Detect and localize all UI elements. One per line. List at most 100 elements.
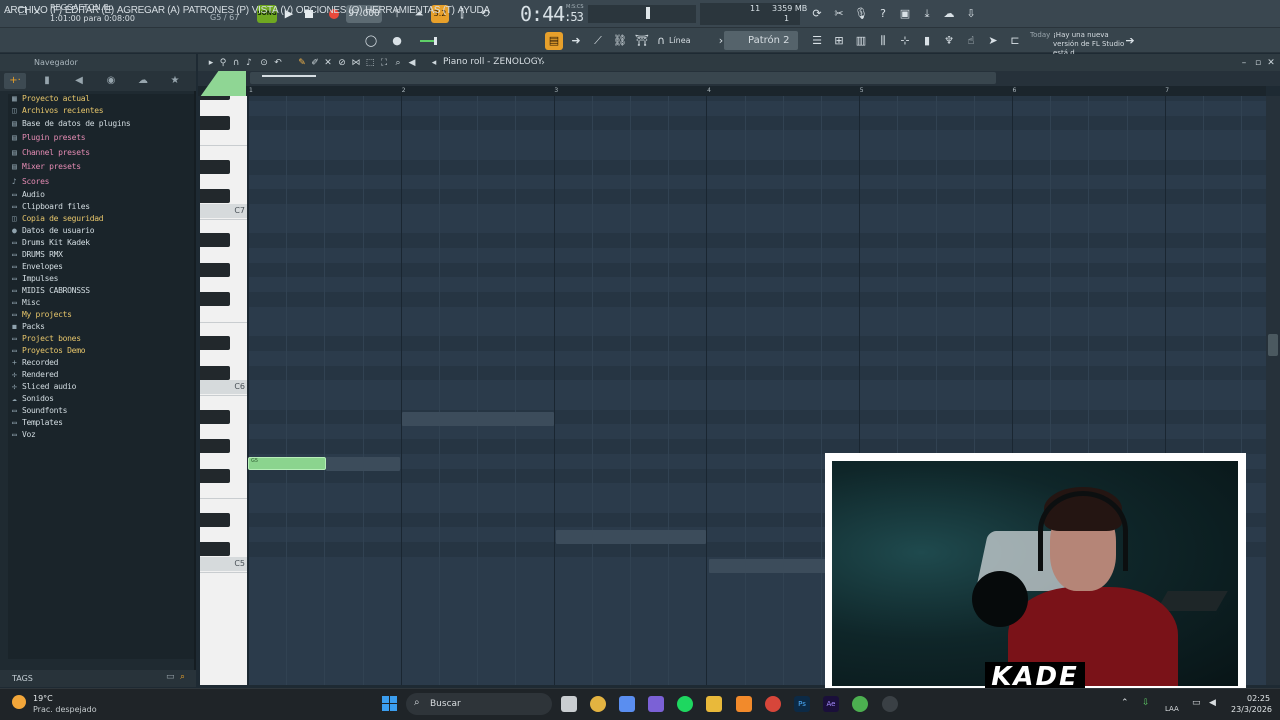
browser-item[interactable]: ✢ Rendered bbox=[12, 370, 58, 382]
browser-item[interactable]: ▭ My projects bbox=[12, 310, 72, 322]
microphone-icon[interactable]: 🎙 bbox=[852, 5, 870, 23]
piano-roll-menu-icon[interactable]: ▸ bbox=[205, 57, 217, 69]
folder-icon[interactable]: ▭ bbox=[166, 672, 175, 682]
file-explorer-icon[interactable] bbox=[706, 696, 722, 712]
arrow-icon[interactable]: ➜ bbox=[567, 32, 585, 50]
menu-item-opciones[interactable]: OPCIONES (O) bbox=[296, 5, 363, 16]
black-key[interactable] bbox=[200, 468, 230, 483]
menu-item-editar[interactable]: EDITAR (E) bbox=[65, 5, 114, 16]
black-key[interactable] bbox=[200, 115, 230, 130]
weather-icon[interactable] bbox=[12, 695, 26, 709]
master-pitch-knob-icon[interactable]: ◯ bbox=[362, 32, 380, 50]
menu-item-archivo[interactable]: ARCHIVO (F) bbox=[4, 5, 62, 16]
snap-select[interactable]: Línea bbox=[666, 33, 712, 49]
menu-item-vista[interactable]: VISTA (V) bbox=[252, 5, 293, 16]
octave-label[interactable]: C5 bbox=[200, 556, 247, 571]
browser-item[interactable]: ▭ Drums Kit Kadek bbox=[12, 238, 90, 250]
browser-item[interactable]: ▭ Misc bbox=[12, 298, 40, 310]
browser-item[interactable]: ◫ Copia de seguridad bbox=[12, 214, 104, 226]
black-key[interactable] bbox=[200, 292, 230, 307]
snap-tool-icon[interactable]: ∩ bbox=[230, 57, 242, 69]
browser-item[interactable]: ✢ Sliced audio bbox=[12, 382, 77, 394]
mixer-icon[interactable]: ⫼ bbox=[874, 32, 892, 50]
slider-handle[interactable] bbox=[646, 7, 650, 19]
tab-files-icon[interactable]: ▮ bbox=[36, 73, 58, 89]
slide-icon[interactable]: ⟋ bbox=[589, 32, 607, 50]
browser-item[interactable]: ▭ Impulses bbox=[12, 274, 58, 286]
black-key[interactable] bbox=[200, 336, 230, 351]
plugin-picker-icon[interactable]: ⊹ bbox=[896, 32, 914, 50]
black-key[interactable] bbox=[200, 262, 230, 277]
after-effects-icon[interactable]: Ae bbox=[823, 696, 839, 712]
network-icon[interactable]: ▭ bbox=[1192, 698, 1201, 708]
black-key[interactable] bbox=[200, 439, 230, 454]
search-icon[interactable]: ⌕ bbox=[180, 672, 185, 682]
black-key[interactable] bbox=[200, 542, 230, 557]
copilot-icon[interactable] bbox=[619, 696, 635, 712]
browser-item[interactable]: ▦ Proyecto actual bbox=[12, 94, 90, 106]
speaker-small-icon[interactable]: ◂ bbox=[428, 57, 440, 69]
settings-icon[interactable] bbox=[882, 696, 898, 712]
black-key[interactable] bbox=[200, 189, 230, 204]
browser-item[interactable]: ☁ Sonidos bbox=[12, 394, 54, 406]
link-icon[interactable]: ⛓ bbox=[611, 32, 629, 50]
plugin-wrapper-icon[interactable]: ♆ bbox=[940, 32, 958, 50]
black-key[interactable] bbox=[200, 409, 230, 424]
tab-cloud-icon[interactable]: ☁ bbox=[132, 73, 154, 89]
piano-roll-icon[interactable]: ▥ bbox=[852, 32, 870, 50]
browser-item[interactable]: ♪ Scores bbox=[12, 177, 49, 189]
send-icon[interactable]: ➤ bbox=[984, 32, 1002, 50]
speaker-icon[interactable]: ◀ bbox=[406, 57, 418, 69]
weather-temperature[interactable]: 19°C bbox=[33, 694, 53, 703]
chat-icon[interactable]: ☁ bbox=[940, 5, 958, 23]
save-icon[interactable]: ▣ bbox=[896, 5, 914, 23]
browser-item[interactable]: ▭ Voz bbox=[12, 430, 36, 442]
pr-close-icon[interactable]: ✕ bbox=[1265, 57, 1277, 69]
tools-icon[interactable]: ✂ bbox=[830, 5, 848, 23]
download-icon[interactable]: ⇩ bbox=[962, 5, 980, 23]
chevron-up-icon[interactable]: ⌃ bbox=[1121, 698, 1129, 708]
erase-icon[interactable]: ✕ bbox=[322, 57, 334, 69]
tab-favorites-icon[interactable]: ★ bbox=[164, 73, 186, 89]
stamp-tool-icon[interactable]: ♪ bbox=[243, 57, 255, 69]
black-key[interactable] bbox=[200, 233, 230, 248]
pattern-slider[interactable] bbox=[420, 32, 540, 50]
undo-icon[interactable]: ↶ bbox=[272, 57, 284, 69]
pr-maximize-icon[interactable]: ▫ bbox=[1252, 57, 1264, 69]
octave-label[interactable]: C6 bbox=[200, 380, 247, 395]
black-key[interactable] bbox=[200, 365, 230, 380]
master-volume-knob-icon[interactable]: ● bbox=[388, 32, 406, 50]
black-key[interactable] bbox=[200, 512, 230, 527]
vertical-scrollbar[interactable] bbox=[1266, 96, 1280, 685]
start-button[interactable] bbox=[382, 696, 398, 712]
browser-item[interactable]: ◫ Archivos recientes bbox=[12, 106, 104, 118]
midi-note[interactable]: G5 bbox=[248, 457, 326, 470]
photoshop-icon[interactable]: Ps bbox=[794, 696, 810, 712]
browser-item[interactable]: ▤ Plugin presets bbox=[12, 133, 86, 145]
help-icon[interactable]: ? bbox=[874, 5, 892, 23]
shop-icon[interactable]: ⊏ bbox=[1006, 32, 1024, 50]
teams-icon[interactable] bbox=[648, 696, 664, 712]
app-icon[interactable] bbox=[852, 696, 868, 712]
fl-studio-icon[interactable] bbox=[736, 696, 752, 712]
channel-rack-icon[interactable]: ⊞ bbox=[830, 32, 848, 50]
clock-date[interactable]: 23/3/2026 bbox=[1231, 705, 1272, 714]
tab-all-icon[interactable]: +· bbox=[4, 73, 26, 89]
record-tool-icon[interactable]: ⊙ bbox=[258, 57, 270, 69]
mute-tool-icon[interactable]: ⊘ bbox=[336, 57, 348, 69]
browser-item[interactable]: ▭ Project bones bbox=[12, 334, 81, 346]
browser-item[interactable]: ▭ Clipboard files bbox=[12, 202, 90, 214]
tab-sounds-icon[interactable]: ◀ bbox=[68, 73, 90, 89]
chrome-icon[interactable] bbox=[590, 696, 606, 712]
menu-item-agregar[interactable]: AGREGAR (A) bbox=[117, 5, 180, 16]
playlist-view-icon[interactable]: ☰ bbox=[808, 32, 826, 50]
browser-item[interactable]: ▤ Base de datos de plugins bbox=[12, 119, 131, 131]
playlist-button[interactable]: ▤ bbox=[545, 32, 563, 50]
select-icon[interactable]: ⬚ bbox=[364, 57, 376, 69]
browser-item[interactable]: ▤ Channel presets bbox=[12, 148, 90, 160]
export-icon[interactable]: ⤓ bbox=[918, 5, 936, 23]
tab-plugins-icon[interactable]: ◉ bbox=[100, 73, 122, 89]
menu-item-patrones[interactable]: PATRONES (P) bbox=[183, 5, 249, 16]
browser-item[interactable]: ▭ Templates bbox=[12, 418, 63, 430]
black-key[interactable] bbox=[200, 159, 230, 174]
